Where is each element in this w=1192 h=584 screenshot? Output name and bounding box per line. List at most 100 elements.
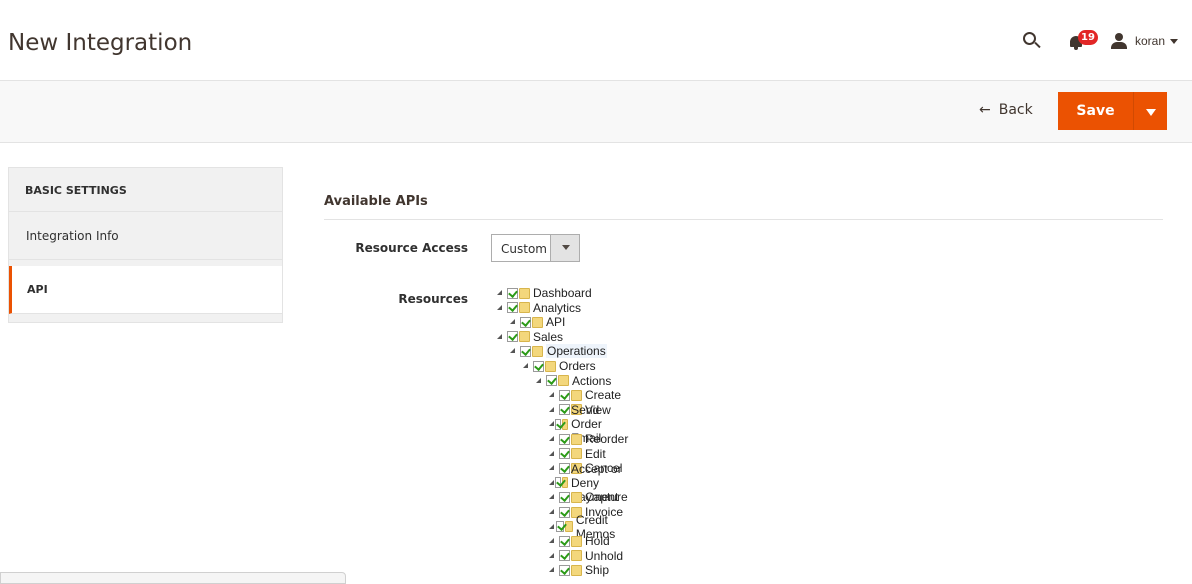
expand-arrow-icon[interactable] [496,304,504,312]
expand-arrow-icon[interactable] [496,333,504,341]
resource-access-label: Resource Access [355,241,468,255]
expand-arrow-icon[interactable] [548,406,556,414]
arrow-left-icon: ← [979,102,991,118]
browser-status-bar [0,572,346,584]
tree-node[interactable]: Hold [548,534,610,548]
notification-count-badge: 19 [1077,30,1098,45]
checkbox-checked-icon[interactable] [559,389,570,401]
search-icon[interactable] [1021,30,1043,52]
tree-node[interactable]: Create [548,388,621,402]
tree-node-label: Dashboard [533,286,592,300]
folder-icon [558,375,569,387]
checkbox-checked-icon[interactable] [507,287,518,299]
tree-node-label: Reorder [585,432,629,446]
checkbox-checked-icon[interactable] [507,331,518,343]
expand-arrow-icon[interactable] [496,289,504,297]
expand-arrow-icon[interactable] [548,464,556,472]
tree-node-label: Ship [585,563,610,578]
user-icon [1110,33,1127,49]
checkbox-checked-icon[interactable] [546,375,557,387]
tree-node[interactable]: Unhold [548,549,623,563]
expand-arrow-icon[interactable] [509,318,517,326]
tree-node[interactable]: Accept or Deny Payment [548,462,632,504]
tree-node[interactable]: Sales [496,330,563,344]
notifications-bell-icon[interactable]: 19 [1069,30,1098,52]
tree-node[interactable]: API [509,315,565,329]
checkbox-checked-icon[interactable] [559,433,570,445]
checkbox-checked-icon[interactable] [507,302,518,314]
tree-node[interactable]: Operations [509,344,607,359]
resources-label: Resources [398,292,468,306]
folder-icon [571,564,582,576]
checkbox-checked-icon[interactable] [554,477,561,489]
checkbox-checked-icon[interactable] [559,462,570,474]
expand-arrow-icon[interactable] [548,450,556,458]
tree-node-label: Actions [572,373,612,388]
expand-arrow-icon[interactable] [548,391,556,399]
save-button-group: Save [1058,92,1167,130]
expand-arrow-icon[interactable] [548,508,556,516]
sidebar-title: BASIC SETTINGS [9,168,282,212]
tree-node-label: Create [585,388,622,403]
sidebar-item-api[interactable]: API [9,266,282,314]
checkbox-checked-icon[interactable] [559,404,570,416]
checkbox-checked-icon[interactable] [520,345,531,357]
checkbox-checked-icon[interactable] [559,491,570,503]
section-divider [324,219,1163,220]
expand-arrow-icon[interactable] [548,479,554,487]
tree-node[interactable]: Edit [548,447,606,461]
expand-arrow-icon[interactable] [548,523,555,531]
tree-node[interactable]: Send Order Email [548,403,616,445]
expand-arrow-icon[interactable] [509,347,517,355]
page-title: New Integration [8,30,193,56]
expand-arrow-icon[interactable] [548,435,556,443]
folder-icon [519,331,530,343]
expand-arrow-icon[interactable] [548,566,556,574]
tree-node[interactable]: Actions [535,374,611,388]
checkbox-checked-icon[interactable] [556,521,565,533]
checkbox-checked-icon[interactable] [559,448,570,460]
folder-icon [532,345,543,357]
user-name: koran [1134,34,1165,48]
section-title: Available APIs [324,194,428,209]
tree-node[interactable]: Analytics [496,301,581,315]
checkbox-checked-icon[interactable] [559,550,570,562]
tree-node[interactable]: Dashboard [496,286,592,300]
checkbox-checked-icon[interactable] [533,360,544,372]
checkbox-checked-icon[interactable] [559,564,570,576]
tree-node[interactable]: Orders [522,359,596,373]
back-button[interactable]: ← Back [979,102,1033,118]
back-label: Back [998,102,1033,118]
tree-node-label: Hold [585,534,610,549]
expand-arrow-icon[interactable] [548,537,556,545]
folder-icon [571,550,582,562]
save-options-toggle[interactable] [1133,92,1167,130]
folder-icon [571,389,582,401]
sidebar-item-integration-info[interactable]: Integration Info [9,212,282,260]
expand-arrow-icon[interactable] [548,420,554,428]
tree-node-label: Capture [585,490,628,505]
tree-node-label: Analytics [533,300,582,315]
checkbox-checked-icon[interactable] [520,316,531,328]
tree-node[interactable]: Ship [548,563,609,577]
user-menu[interactable]: koran [1110,33,1178,49]
caret-down-icon [1145,109,1156,116]
expand-arrow-icon[interactable] [535,377,543,385]
tree-node[interactable]: Capture [548,490,628,504]
expand-arrow-icon[interactable] [522,362,530,370]
caret-down-icon [562,245,570,250]
folder-icon [565,521,573,533]
expand-arrow-icon[interactable] [548,552,556,560]
tree-node[interactable]: Credit Memos [548,513,624,541]
tree-node-label: Sales [533,329,564,344]
tree-node[interactable]: Reorder [548,432,628,446]
tree-node-label: Operations [546,344,607,359]
save-button[interactable]: Save [1058,92,1133,130]
checkbox-checked-icon[interactable] [554,418,561,430]
checkbox-checked-icon[interactable] [559,535,570,547]
tree-node-label: API [546,315,566,330]
checkbox-checked-icon[interactable] [559,506,570,518]
resource-access-select[interactable]: Custom [491,234,580,262]
expand-arrow-icon[interactable] [548,493,556,501]
header-actions: 19 koran [1021,30,1178,52]
